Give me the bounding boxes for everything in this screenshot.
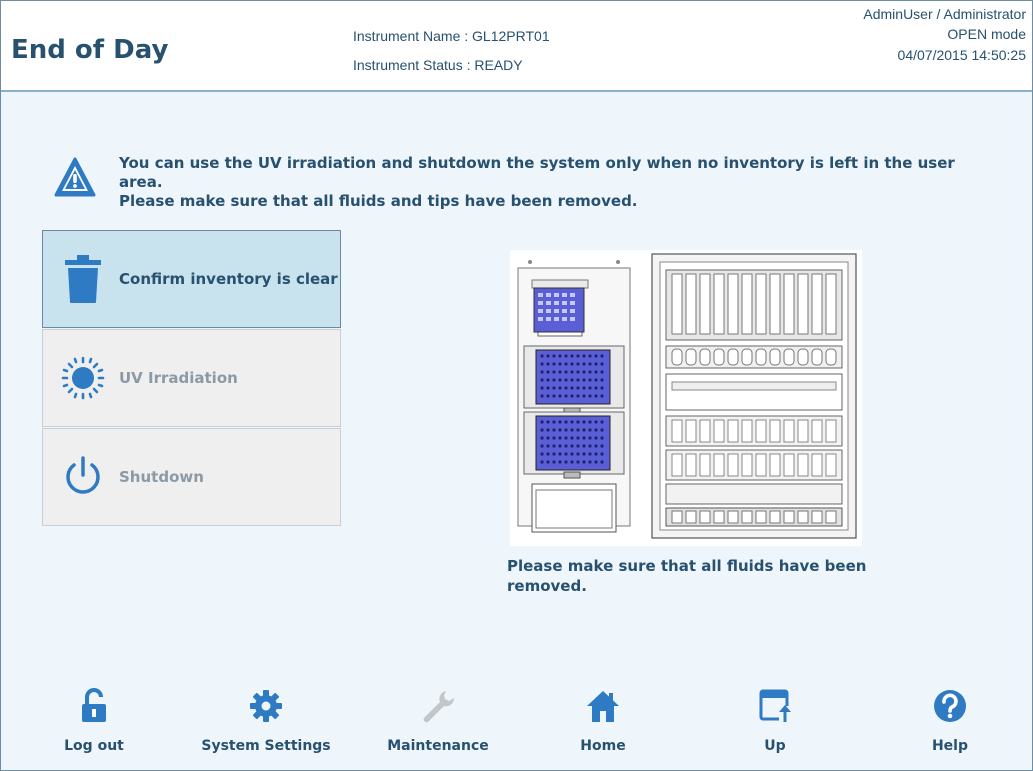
help-label: Help bbox=[931, 738, 969, 754]
home-icon bbox=[568, 688, 638, 724]
footer-toolbar: Log out System Settings Maintenance Home… bbox=[0, 688, 1033, 771]
logout-button[interactable]: Log out bbox=[58, 688, 130, 754]
up-button[interactable]: Up bbox=[740, 688, 810, 754]
shutdown-button[interactable]: Shutdown bbox=[42, 428, 341, 526]
page-title: End of Day bbox=[11, 35, 169, 65]
system-settings-label: System Settings bbox=[201, 738, 331, 754]
mode-indicator: OPEN mode bbox=[947, 26, 1026, 42]
fluids-note: Please make sure that all fluids have be… bbox=[507, 557, 867, 595]
wrench-icon bbox=[378, 688, 498, 724]
instrument-name: Instrument Name : GL12PRT01 bbox=[353, 28, 550, 44]
maintenance-label: Maintenance bbox=[387, 738, 489, 754]
help-icon bbox=[920, 688, 980, 724]
power-icon bbox=[53, 452, 113, 502]
maintenance-button[interactable]: Maintenance bbox=[378, 688, 498, 754]
system-settings-button[interactable]: System Settings bbox=[196, 688, 336, 754]
uv-irradiation-button[interactable]: UV Irradiation bbox=[42, 329, 341, 427]
uv-irradiation-label: UV Irradiation bbox=[119, 369, 238, 387]
home-button[interactable]: Home bbox=[568, 688, 638, 754]
logout-label: Log out bbox=[64, 738, 124, 754]
confirm-inventory-button[interactable]: Confirm inventory is clear bbox=[42, 230, 341, 328]
help-button[interactable]: Help bbox=[920, 688, 980, 754]
warning-message: You can use the UV irradiation and shutd… bbox=[119, 154, 979, 211]
sun-icon bbox=[53, 353, 113, 403]
shutdown-label: Shutdown bbox=[119, 468, 204, 486]
warning-line-2: Please make sure that all fluids and tip… bbox=[119, 192, 638, 210]
gear-icon bbox=[196, 688, 336, 724]
warning-icon bbox=[54, 157, 96, 197]
confirm-inventory-label: Confirm inventory is clear bbox=[119, 270, 338, 288]
unlock-icon bbox=[58, 688, 130, 724]
instrument-status: Instrument Status : READY bbox=[353, 57, 523, 73]
trash-icon bbox=[53, 254, 113, 304]
up-label: Up bbox=[764, 738, 786, 754]
up-window-icon bbox=[740, 688, 810, 724]
header-bar: End of Day Instrument Name : GL12PRT01 I… bbox=[1, 1, 1032, 92]
datetime: 04/07/2015 14:50:25 bbox=[897, 47, 1026, 63]
home-label: Home bbox=[580, 738, 626, 754]
instrument-deck-diagram bbox=[510, 250, 862, 546]
warning-line-1: You can use the UV irradiation and shutd… bbox=[119, 154, 955, 191]
action-panel: Confirm inventory is clear UV Irradiatio… bbox=[42, 230, 341, 526]
user-role: AdminUser / Administrator bbox=[863, 6, 1026, 22]
